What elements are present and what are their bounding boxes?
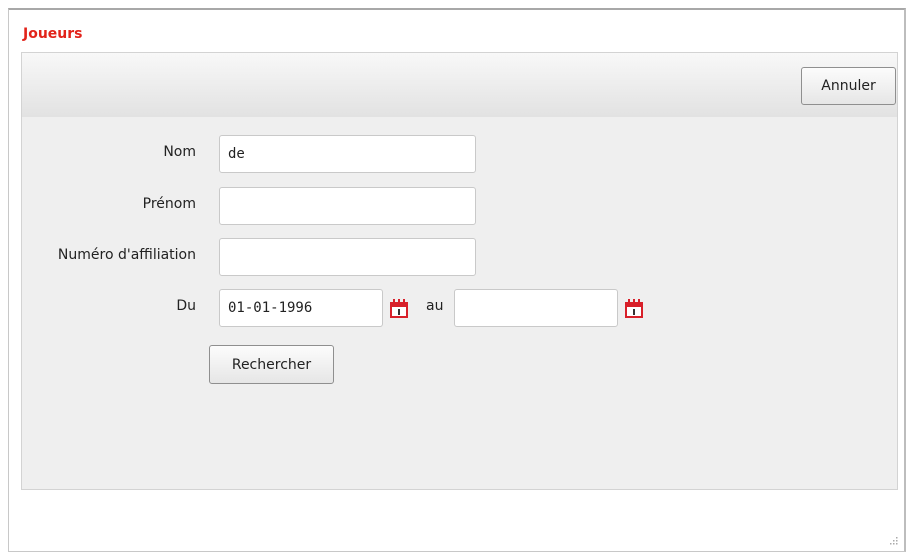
prenom-input[interactable] (219, 187, 476, 225)
affiliation-label: Numéro d'affiliation (57, 247, 196, 263)
du-date-input[interactable] (219, 289, 383, 327)
dialog-title: Joueurs (23, 26, 83, 42)
calendar-icon[interactable] (389, 299, 409, 319)
players-dialog: Joueurs Annuler Nom Prénom Numéro d'affi… (8, 8, 906, 552)
nom-label: Nom (163, 144, 196, 160)
affiliation-input[interactable] (219, 238, 476, 276)
resize-grip-icon[interactable] (888, 535, 898, 545)
au-date-input[interactable] (454, 289, 618, 327)
search-button[interactable]: Rechercher (209, 345, 334, 384)
search-panel: Annuler Nom Prénom Numéro d'affiliation … (21, 52, 898, 490)
panel-toolbar: Annuler (22, 53, 897, 117)
nom-input[interactable] (219, 135, 476, 173)
prenom-label: Prénom (142, 196, 196, 212)
cancel-button[interactable]: Annuler (801, 67, 896, 105)
calendar-icon[interactable] (624, 299, 644, 319)
au-label: au (426, 298, 444, 314)
du-label: Du (176, 298, 196, 314)
